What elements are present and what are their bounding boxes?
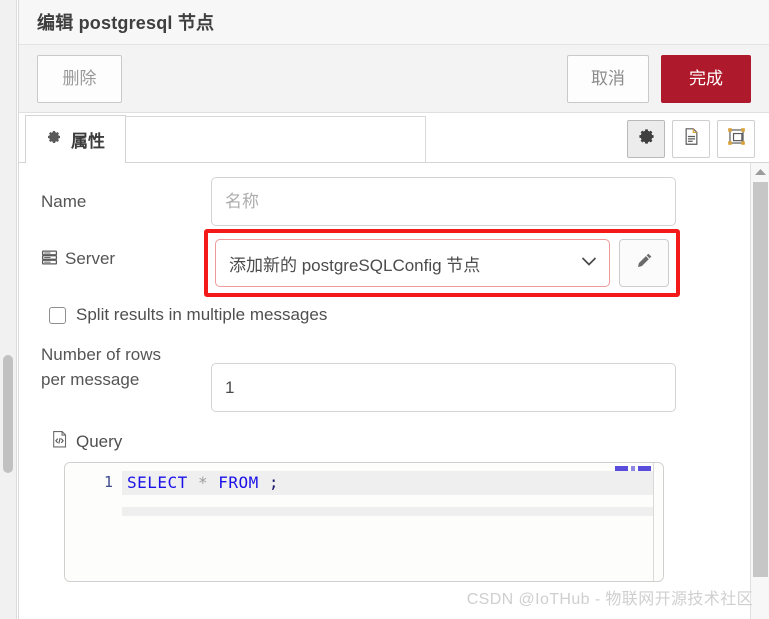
editor-line-number: 1 [103, 473, 113, 491]
description-document-icon-button[interactable] [672, 120, 710, 158]
tab-properties[interactable]: 属性 [25, 115, 126, 163]
appearance-layout-icon [727, 127, 746, 151]
sql-star: * [197, 473, 209, 492]
node-properties-form: Name 名称 Server 添加新的 postgreSQLConfig 节点 … [19, 163, 719, 582]
minimap-token [631, 466, 635, 471]
done-button[interactable]: 完成 [661, 54, 751, 103]
page-vertical-scrollbar[interactable] [0, 0, 17, 619]
form-row-name: Name [41, 177, 719, 226]
server-annotation-highlight: 添加新的 postgreSQLConfig 节点 [204, 229, 680, 297]
sql-keyword-from: FROM [218, 473, 259, 492]
form-vertical-scrollbar[interactable] [750, 163, 769, 619]
gear-icon [46, 129, 62, 150]
properties-gear-icon-button[interactable] [627, 120, 665, 158]
sql-keyword-select: SELECT [127, 473, 188, 492]
gear-icon [637, 127, 656, 151]
rows-per-message-input[interactable] [211, 363, 676, 412]
editor-gutter: 1 [65, 463, 122, 581]
dialog-toolbar: 删除 取消 完成 [19, 45, 769, 113]
name-label: Name [41, 192, 87, 211]
appearance-layout-icon-button[interactable] [717, 120, 755, 158]
tab-properties-label: 属性 [71, 132, 105, 151]
description-document-icon [682, 127, 701, 151]
minimap-token [638, 466, 651, 471]
scroll-up-arrow-icon[interactable] [751, 163, 769, 180]
name-input[interactable] [211, 177, 676, 226]
database-server-icon [41, 247, 58, 274]
query-section-header: Query [51, 430, 719, 453]
split-results-checkbox[interactable] [49, 306, 66, 324]
form-row-server: Server 添加新的 postgreSQLConfig 节点 [41, 229, 719, 297]
edit-node-dialog: 编辑 postgresql 节点 删除 取消 完成 属性 Name 名称 Ser… [18, 0, 769, 619]
form-row-rows-per-message: Number of rows per message [41, 341, 719, 412]
minimap-token [615, 466, 628, 471]
rows-per-message-field-wrapper [211, 341, 719, 412]
edit-server-config-button[interactable] [619, 239, 669, 287]
query-code-editor[interactable]: 1 SELECT * FROM ; [64, 462, 664, 582]
screenshot-root: 编辑 postgresql 节点 删除 取消 完成 属性 Name 名称 Ser… [0, 0, 769, 619]
server-select-wrapper: 添加新的 postgreSQLConfig 节点 [215, 239, 610, 287]
cancel-button[interactable]: 取消 [567, 54, 649, 103]
name-field-wrapper [211, 177, 719, 226]
split-results-checkbox-row[interactable]: Split results in multiple messages [49, 305, 719, 325]
server-label: Server [41, 234, 211, 274]
tab-icon-button-group [627, 120, 755, 158]
file-code-icon [51, 430, 68, 453]
tabstrip: 属性 [19, 113, 769, 163]
dialog-header: 编辑 postgresql 节点 [19, 0, 769, 45]
form-scrollbar-thumb[interactable] [753, 182, 768, 577]
watermark-text: CSDN @IoTHub - 物联网开源技术社区 [466, 591, 753, 608]
editor-code-line: SELECT * FROM ; [127, 473, 279, 492]
sql-semicolon: ; [268, 473, 280, 492]
editor-line-2-highlight [65, 507, 653, 516]
server-select[interactable]: 添加新的 postgreSQLConfig 节点 [215, 239, 610, 287]
page-scrollbar-thumb[interactable] [3, 355, 13, 473]
server-select-value: 添加新的 postgreSQLConfig 节点 [229, 255, 481, 275]
pencil-icon [636, 252, 653, 274]
rows-per-message-label: Number of rows per message [41, 345, 161, 389]
query-label: Query [76, 431, 123, 451]
tab-empty-area [126, 116, 426, 163]
delete-button[interactable]: 删除 [37, 54, 122, 103]
split-results-label: Split results in multiple messages [76, 305, 328, 324]
server-field-wrapper: 添加新的 postgreSQLConfig 节点 [204, 229, 719, 297]
dialog-body: Name 名称 Server 添加新的 postgreSQLConfig 节点 … [19, 163, 769, 619]
page-title: 编辑 postgresql 节点 [37, 13, 215, 33]
editor-scroll-rail[interactable] [653, 463, 663, 581]
editor-minimap [615, 466, 651, 471]
